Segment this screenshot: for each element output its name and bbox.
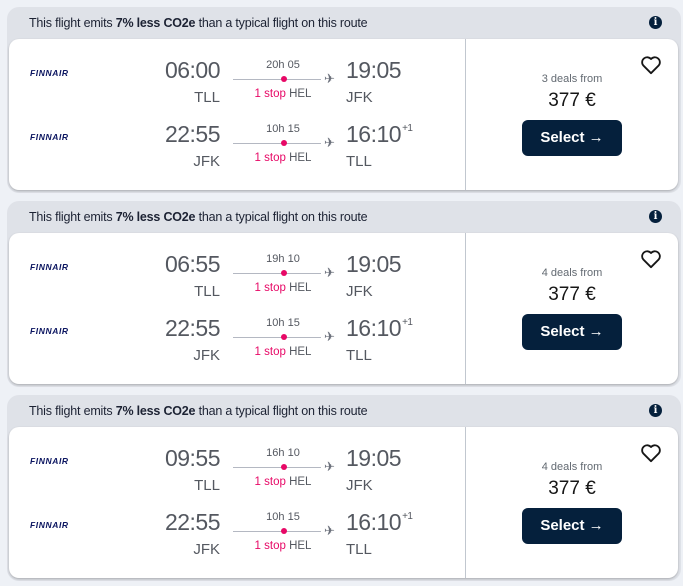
route-line <box>233 79 321 80</box>
departure-time: 22:55 <box>164 509 221 535</box>
route-line <box>233 337 321 338</box>
price: 377 € <box>548 90 596 111</box>
plane-icon: ✈ <box>324 523 335 538</box>
heart-icon[interactable] <box>640 249 662 269</box>
departure-time: 06:55 <box>164 251 221 277</box>
flight-result-card[interactable]: This flight emits 7% less CO2e than a ty… <box>7 201 681 387</box>
airline-logo: FINNAIR <box>30 326 69 336</box>
flight-result-card[interactable]: This flight emits 7% less CO2e than a ty… <box>7 7 681 193</box>
stops-info: 1 stop HEL <box>254 152 312 164</box>
itinerary-panel[interactable]: 4 deals from 377 € Select → FINNAIR 06:5… <box>9 233 678 384</box>
departure-airport: JFK <box>193 541 220 558</box>
select-button[interactable]: Select → <box>522 508 622 544</box>
arrival-time: 19:05 <box>346 57 402 83</box>
co2-notice: This flight emits 7% less CO2e than a ty… <box>29 404 368 418</box>
flight-leg: FINNAIR 22:55 JFK 10h 15 ✈ 1 stop HEL 16… <box>9 119 465 179</box>
stops-info: 1 stop HEL <box>254 346 312 358</box>
select-button[interactable]: Select → <box>522 120 622 156</box>
plane-icon: ✈ <box>324 329 335 344</box>
route-line <box>233 143 321 144</box>
deals-count: 4 deals from <box>541 461 603 473</box>
departure-airport: TLL <box>194 477 220 494</box>
stops-info: 1 stop HEL <box>254 476 312 488</box>
arrival-airport: JFK <box>346 283 373 300</box>
stop-dot <box>281 528 287 534</box>
arrival-airport: JFK <box>346 477 373 494</box>
flight-leg: FINNAIR 22:55 JFK 10h 15 ✈ 1 stop HEL 16… <box>9 507 465 567</box>
day-offset: +1 <box>402 317 413 328</box>
co2-notice: This flight emits 7% less CO2e than a ty… <box>29 210 368 224</box>
flight-leg: FINNAIR 22:55 JFK 10h 15 ✈ 1 stop HEL 16… <box>9 313 465 373</box>
flight-leg: FINNAIR 06:00 TLL 20h 05 ✈ 1 stop HEL 19… <box>9 55 465 115</box>
arrival-time: 19:05 <box>346 251 402 277</box>
departure-time: 22:55 <box>164 121 221 147</box>
stop-dot <box>281 140 287 146</box>
stop-dot <box>281 76 287 82</box>
stops-info: 1 stop HEL <box>254 540 312 552</box>
departure-airport: TLL <box>194 283 220 300</box>
day-offset: +1 <box>402 123 413 134</box>
stops-info: 1 stop HEL <box>254 282 312 294</box>
route-line <box>233 467 321 468</box>
arrival-time: 19:05 <box>346 445 402 471</box>
flight-duration: 20h 05 <box>266 59 300 71</box>
flight-duration: 16h 10 <box>266 447 300 459</box>
flight-duration: 10h 15 <box>266 317 300 329</box>
price: 377 € <box>548 478 596 499</box>
airline-logo: FINNAIR <box>30 456 69 466</box>
price-panel: 4 deals from 377 € Select → <box>466 427 678 578</box>
select-button[interactable]: Select → <box>522 314 622 350</box>
departure-time: 06:00 <box>164 57 221 83</box>
price-panel: 4 deals from 377 € Select → <box>466 233 678 384</box>
arrival-airport: TLL <box>346 347 372 364</box>
flight-result-card[interactable]: This flight emits 7% less CO2e than a ty… <box>7 395 681 581</box>
arrival-airport: TLL <box>346 153 372 170</box>
departure-airport: JFK <box>193 347 220 364</box>
airline-logo: FINNAIR <box>30 68 69 78</box>
plane-icon: ✈ <box>324 459 335 474</box>
flight-duration: 19h 10 <box>266 253 300 265</box>
airline-logo: FINNAIR <box>30 132 69 142</box>
arrival-time: 16:10+1 <box>346 509 413 535</box>
airline-logo: FINNAIR <box>30 520 69 530</box>
co2-notice: This flight emits 7% less CO2e than a ty… <box>29 16 368 30</box>
arrival-airport: TLL <box>346 541 372 558</box>
price: 377 € <box>548 284 596 305</box>
flight-duration: 10h 15 <box>266 123 300 135</box>
day-offset: +1 <box>402 511 413 522</box>
info-icon[interactable]: i <box>649 404 662 417</box>
deals-count: 4 deals from <box>541 267 603 279</box>
arrival-time: 16:10+1 <box>346 315 413 341</box>
plane-icon: ✈ <box>324 71 335 86</box>
itinerary-panel[interactable]: 4 deals from 377 € Select → FINNAIR 09:5… <box>9 427 678 578</box>
flight-duration: 10h 15 <box>266 511 300 523</box>
flight-leg: FINNAIR 09:55 TLL 16h 10 ✈ 1 stop HEL 19… <box>9 443 465 503</box>
stops-info: 1 stop HEL <box>254 88 312 100</box>
plane-icon: ✈ <box>324 265 335 280</box>
info-icon[interactable]: i <box>649 16 662 29</box>
flight-leg: FINNAIR 06:55 TLL 19h 10 ✈ 1 stop HEL 19… <box>9 249 465 309</box>
plane-icon: ✈ <box>324 135 335 150</box>
heart-icon[interactable] <box>640 55 662 75</box>
route-line <box>233 531 321 532</box>
price-panel: 3 deals from 377 € Select → <box>466 39 678 190</box>
airline-logo: FINNAIR <box>30 262 69 272</box>
departure-airport: TLL <box>194 89 220 106</box>
itinerary-panel[interactable]: 3 deals from 377 € Select → FINNAIR 06:0… <box>9 39 678 190</box>
departure-time: 22:55 <box>164 315 221 341</box>
arrival-airport: JFK <box>346 89 373 106</box>
stop-dot <box>281 464 287 470</box>
stop-dot <box>281 270 287 276</box>
deals-count: 3 deals from <box>541 73 603 85</box>
route-line <box>233 273 321 274</box>
stop-dot <box>281 334 287 340</box>
heart-icon[interactable] <box>640 443 662 463</box>
info-icon[interactable]: i <box>649 210 662 223</box>
departure-airport: JFK <box>193 153 220 170</box>
arrival-time: 16:10+1 <box>346 121 413 147</box>
departure-time: 09:55 <box>164 445 221 471</box>
